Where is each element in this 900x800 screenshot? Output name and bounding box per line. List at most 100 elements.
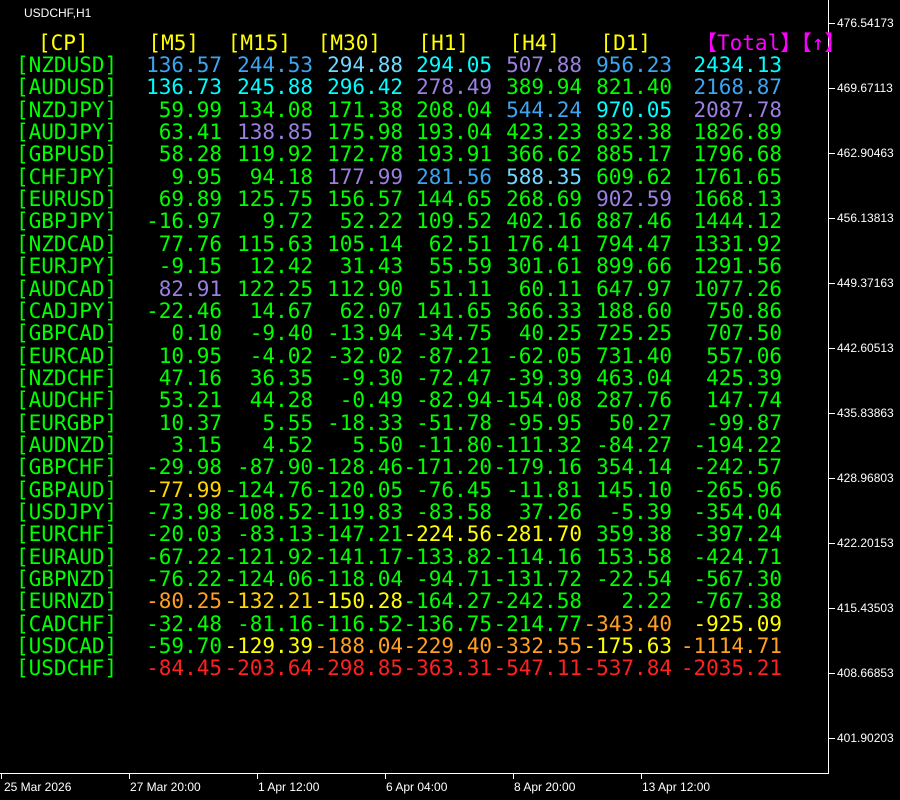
pair-label: [GBPJPY] <box>16 209 118 234</box>
pair-label: [EURGBP] <box>16 410 118 435</box>
timeframe-value: -5.39 <box>608 500 672 524</box>
price-label: 408.66853 <box>837 666 894 680</box>
pair-label: [USDJPY] <box>16 500 118 524</box>
price-label: 456.13813 <box>837 211 894 225</box>
table-row: [GBPCAD] 0.10 -9.40 -13.94 -34.75 40.25 725.25… <box>0 322 829 344</box>
total-value: -1114.71 <box>680 634 782 659</box>
timeframe-value: 119.92 <box>237 142 313 167</box>
timeframe-value: 50.27 <box>608 410 672 435</box>
price-axis[interactable]: 476.54173 469.67113 462.90463 456.13813 449.… <box>829 0 900 774</box>
timeframe-value: -73.98 <box>146 500 222 524</box>
timeframe-value: -131.72 <box>493 567 582 592</box>
timeframe-value: -22.46 <box>146 298 222 323</box>
timeframe-value: -108.52 <box>224 500 313 524</box>
pair-label: [AUDCHF] <box>16 388 118 413</box>
table-row: [AUDJPY] 63.41 138.85 175.98 193.04 423.23 832… <box>0 121 829 143</box>
timeframe-value: -133.82 <box>403 544 492 569</box>
timeframe-value: 138.85 <box>237 120 313 145</box>
timeframe-value: -83.13 <box>237 522 313 547</box>
timeframe-value: 12.42 <box>249 254 313 279</box>
pair-label: [AUDNZD] <box>16 432 118 457</box>
timeframe-value: 52.22 <box>339 209 403 234</box>
total-value: 1761.65 <box>693 164 782 189</box>
table-row: [EURAUD] -67.22 -121.92 -141.17 -133.82 -114.… <box>0 546 829 568</box>
timeframe-value: -72.47 <box>416 365 492 390</box>
total-value: 707.50 <box>706 321 782 346</box>
pair-label: [GBPCHF] <box>16 455 118 480</box>
table-row: [GBPCHF] -29.98 -87.90 -128.46 -171.20 -179.1… <box>0 456 829 478</box>
pair-label: [CADCHF] <box>16 611 118 636</box>
chart-area[interactable]: USDCHF,H1 [CP] [M5] [M15] [M30] [H1] [H4] [D1]… <box>0 0 845 774</box>
timeframe-value: 2.22 <box>621 589 672 614</box>
time-tick <box>129 774 130 779</box>
table-row: [USDCAD] -59.70 -129.39 -188.04 -229.40 -332.… <box>0 635 829 657</box>
table-row: [GBPNZD] -76.22 -124.06 -118.04 -94.71 -131.7… <box>0 568 829 590</box>
pair-label: [EURCHF] <box>16 522 118 547</box>
table-row: [EURCAD] 10.95 -4.02 -32.02 -87.21 -62.05 731.… <box>0 345 829 367</box>
timeframe-value: -343.40 <box>583 611 672 636</box>
table-row: [EURCHF] -20.03 -83.13 -147.21 -224.56 -281.7… <box>0 523 829 545</box>
table-row: [NZDCAD] 77.76 115.63 105.14 62.51 176.41 794.… <box>0 233 829 255</box>
pair-label: [EURNZD] <box>16 589 118 614</box>
timeframe-value: -87.90 <box>237 455 313 480</box>
timeframe-value: -32.02 <box>327 343 403 368</box>
price-tick <box>829 738 835 739</box>
timeframe-value: -164.27 <box>403 589 492 614</box>
timeframe-value: -128.46 <box>314 455 403 480</box>
timeframe-value: 970.05 <box>596 97 672 122</box>
price-tick <box>829 283 835 284</box>
timeframe-value: 208.04 <box>416 97 492 122</box>
timeframe-value: 14.67 <box>249 298 313 323</box>
total-value: 1444.12 <box>693 209 782 234</box>
price-label: 469.67113 <box>837 81 893 95</box>
total-value: 2434.13 <box>693 53 782 77</box>
table-row: [USDJPY] -73.98 -108.52 -119.83 -83.58 37.26 -… <box>0 501 829 523</box>
total-value: -194.22 <box>693 432 782 457</box>
total-value: 2087.78 <box>693 97 782 122</box>
timeframe-value: 9.95 <box>171 164 222 189</box>
time-tick <box>1 774 2 779</box>
timeframe-value: -9.15 <box>158 254 222 279</box>
price-label: 449.37163 <box>837 276 894 290</box>
timeframe-value: -121.92 <box>224 544 313 569</box>
timeframe-value: 176.41 <box>506 231 582 256</box>
timeframe-value: -20.03 <box>146 522 222 547</box>
timeframe-value: -9.30 <box>339 365 403 390</box>
timeframe-value: 423.23 <box>506 120 582 145</box>
total-value: -567.30 <box>693 567 782 592</box>
pair-label: [NZDCAD] <box>16 231 118 256</box>
timeframe-value: 402.16 <box>506 209 582 234</box>
timeframe-value: 144.65 <box>416 187 492 212</box>
timeframe-value: 794.47 <box>596 231 672 256</box>
pair-label: [GBPUSD] <box>16 142 118 167</box>
price-tick <box>829 88 835 89</box>
timeframe-value: -124.76 <box>224 477 313 502</box>
timeframe-value: 887.46 <box>596 209 672 234</box>
timeframe-value: 112.90 <box>327 276 403 301</box>
price-tick <box>829 543 835 544</box>
timeframe-value: 171.38 <box>327 97 403 122</box>
timeframe-value: -22.54 <box>596 567 672 592</box>
timeframe-value: -87.21 <box>416 343 492 368</box>
timeframe-value: 0.10 <box>171 321 222 346</box>
timeframe-value: -81.16 <box>237 611 313 636</box>
total-value: -424.71 <box>693 544 782 569</box>
price-label: 462.90463 <box>837 146 894 160</box>
chart-symbol-title: USDCHF,H1 <box>24 6 92 20</box>
timeframe-value: 10.37 <box>158 410 222 435</box>
timeframe-value: 301.61 <box>506 254 582 279</box>
timeframe-value: 44.28 <box>249 388 313 413</box>
table-row: [AUDNZD] 3.15 4.52 5.50 -11.80 -111.32 -84.27-… <box>0 434 829 456</box>
timeframe-value: 37.26 <box>518 500 582 524</box>
time-label: 25 Mar 2026 <box>4 780 72 794</box>
timeframe-value: -114.16 <box>493 544 582 569</box>
timeframe-value: 59.99 <box>158 97 222 122</box>
timeframe-value: 899.66 <box>596 254 672 279</box>
timeframe-value: -13.94 <box>327 321 403 346</box>
price-tick <box>829 348 835 349</box>
table-row: [GBPJPY] -16.97 9.72 52.22 109.52 402.16 887.4… <box>0 210 829 232</box>
pair-label: [NZDCHF] <box>16 365 118 390</box>
time-axis[interactable]: 25 Mar 2026 27 Mar 20:00 1 Apr 12:00 6 Apr … <box>0 774 829 800</box>
price-label: 476.54173 <box>837 16 894 30</box>
table-row: [CHFJPY] 9.95 94.18 177.99 281.56 588.35 609.6… <box>0 166 829 188</box>
